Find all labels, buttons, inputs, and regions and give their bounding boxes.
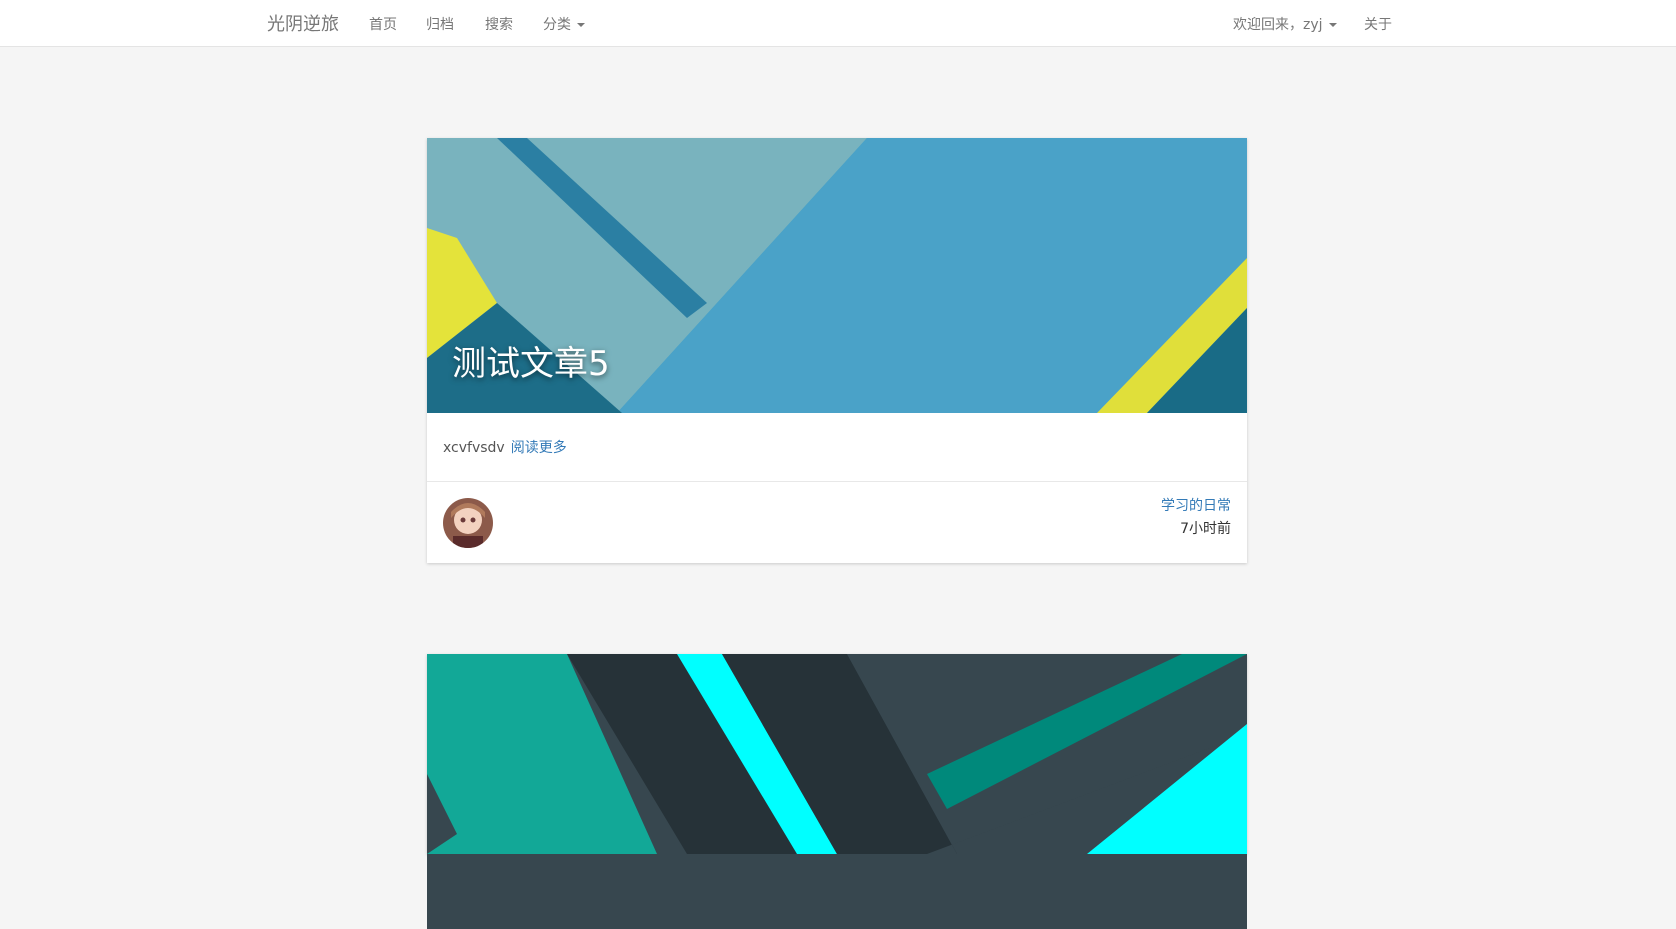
read-more-link[interactable]: 阅读更多 xyxy=(511,440,567,456)
post-card xyxy=(427,654,1247,929)
caret-down-icon xyxy=(1328,23,1337,27)
post-title[interactable]: 测试文章5 xyxy=(452,336,610,385)
nav-category-label: 分类 xyxy=(543,17,571,33)
nav-about[interactable]: 关于 xyxy=(1364,14,1392,34)
post-cover-image[interactable]: 测试文章5 xyxy=(427,138,1247,413)
post-cover-image[interactable] xyxy=(427,654,1247,929)
user-menu-dropdown[interactable]: 欢迎回来，zyj xyxy=(1233,14,1337,34)
nav-archive[interactable]: 归档 xyxy=(426,14,454,34)
post-excerpt: xcvfvsdv 阅读更多 xyxy=(443,437,567,457)
welcome-label: 欢迎回来，zyj xyxy=(1233,17,1323,33)
post-category-link[interactable]: 学习的日常 xyxy=(1161,495,1231,515)
site-brand[interactable]: 光阴逆旅 xyxy=(267,10,339,36)
nav-category-dropdown[interactable]: 分类 xyxy=(543,14,585,34)
cover-artwork xyxy=(427,654,1247,929)
top-navbar: 光阴逆旅 首页 归档 搜索 分类 欢迎回来，zyj 关于 xyxy=(0,0,1676,47)
author-avatar[interactable] xyxy=(443,498,493,548)
post-timestamp: 7小时前 xyxy=(1180,521,1231,537)
avatar-image xyxy=(443,498,493,548)
nav-search[interactable]: 搜索 xyxy=(485,14,513,34)
post-card: 测试文章5 xcvfvsdv 阅读更多 学习的日常 7小时前 xyxy=(427,138,1247,563)
caret-down-icon xyxy=(577,23,585,27)
card-divider xyxy=(427,481,1247,482)
excerpt-text: xcvfvsdv xyxy=(443,440,505,456)
nav-home[interactable]: 首页 xyxy=(369,14,397,34)
